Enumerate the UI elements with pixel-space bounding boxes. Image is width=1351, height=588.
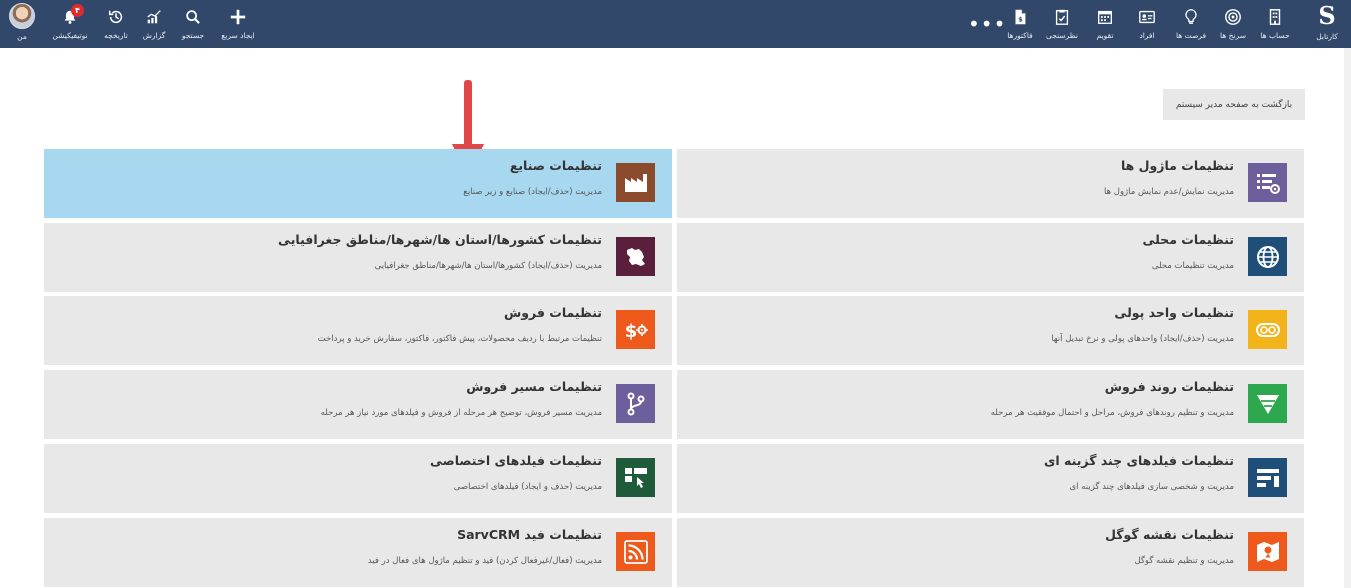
- nav-label: افراد: [1139, 31, 1155, 40]
- sarv-logo-icon: S: [1318, 1, 1336, 30]
- quick-create-button[interactable]: ایجاد سریع: [218, 0, 258, 48]
- card-title: تنظیمات روند فروش: [1104, 379, 1234, 394]
- invoice-icon: $: [1009, 6, 1031, 28]
- card-title: تنظیمات محلی: [1142, 232, 1234, 247]
- card-description: مدیریت و شخصی سازی فیلدهای چند گزینه ای: [1069, 482, 1234, 492]
- card-description: مدیریت مسیر فروش، توضیح هر مرحله از فروش…: [320, 408, 602, 418]
- card-description: مدیریت (حذف/ایجاد) واحدهای پولی و نرخ تب…: [1051, 334, 1234, 344]
- picklist-icon: [1248, 458, 1287, 497]
- card-title: تنظیمات فیلدهای اختصاصی: [430, 453, 602, 468]
- reports-button[interactable]: گزارش: [139, 0, 169, 48]
- card-title: تنظیمات واحد پولی: [1114, 305, 1234, 320]
- module-settings-icon: [1248, 163, 1287, 202]
- card-description: مدیریت نمایش/عدم نمایش ماژول ها: [1104, 187, 1234, 197]
- settings-card-locale[interactable]: تنظیمات محلی مدیریت تنظیمات محلی: [677, 223, 1304, 292]
- nav-calendar[interactable]: تقویم: [1090, 0, 1120, 48]
- card-title: تنظیمات ماژول ها: [1120, 158, 1234, 173]
- nav-surveys[interactable]: نظرسنجی: [1044, 0, 1080, 48]
- nav-dashboard[interactable]: S کارتابل: [1308, 0, 1346, 48]
- card-title: تنظیمات مسیر فروش: [466, 379, 602, 394]
- settings-card-sales-path[interactable]: تنظیمات مسیر فروش مدیریت مسیر فروش، توضی…: [44, 370, 672, 439]
- card-description: تنظیمات مرتبط با ردیف محصولات، پیش فاکتو…: [317, 334, 602, 344]
- id-card-icon: [1136, 6, 1158, 28]
- card-description: مدیریت (حذف/ایجاد) کشورها/استان ها/شهرها…: [374, 261, 602, 271]
- nav-label: نظرسنجی: [1045, 31, 1079, 40]
- factory-icon: [616, 163, 655, 202]
- settings-card-picklist-fields[interactable]: تنظیمات فیلدهای چند گزینه ای مدیریت و شخ…: [677, 444, 1304, 513]
- nav-label: گزارش: [142, 31, 166, 40]
- settings-card-google-map[interactable]: تنظیمات نقشه گوگل مدیریت و تنظیم نقشه گو…: [677, 518, 1304, 587]
- target-icon: [1222, 6, 1244, 28]
- iran-map-icon: [616, 237, 655, 276]
- custom-fields-icon: [616, 458, 655, 497]
- nav-label: من: [17, 32, 27, 41]
- card-description: مدیریت (فعال/غیرفعال کردن) فید و تنظیم م…: [367, 556, 602, 566]
- branch-icon: [616, 384, 655, 423]
- top-navigation-bar: S کارتابل حساب ها سرنخ ها فرصت ها افراد …: [0, 0, 1351, 48]
- settings-card-sales[interactable]: $ تنظیمات فروش تنظیمات مرتبط با ردیف محص…: [44, 296, 672, 365]
- back-to-admin-button[interactable]: بازگشت به صفحه مدیر سیستم: [1163, 89, 1305, 120]
- calendar-icon: [1094, 6, 1116, 28]
- user-profile-button[interactable]: من: [6, 0, 38, 48]
- nav-opportunities[interactable]: فرصت ها: [1172, 0, 1210, 48]
- lightbulb-icon: [1180, 6, 1202, 28]
- survey-icon: [1051, 6, 1073, 28]
- nav-invoices[interactable]: $ فاکتورها: [1002, 0, 1038, 48]
- card-title: تنظیمات فید SarvCRM: [457, 527, 602, 542]
- funnel-icon: [1248, 384, 1287, 423]
- nav-contacts[interactable]: افراد: [1132, 0, 1162, 48]
- settings-card-geography[interactable]: تنظیمات کشورها/استان ها/شهرها/مناطق جغرا…: [44, 223, 672, 292]
- nav-label: فرصت ها: [1175, 31, 1207, 40]
- nav-label: تقویم: [1096, 31, 1114, 40]
- nav-label: نوتیفیکیشن: [52, 31, 88, 40]
- notifications-button[interactable]: نوتیفیکیشن: [48, 0, 92, 48]
- settings-card-currency[interactable]: تنظیمات واحد پولی مدیریت (حذف/ایجاد) واح…: [677, 296, 1304, 365]
- nav-leads[interactable]: سرنخ ها: [1215, 0, 1251, 48]
- currency-icon: [1248, 310, 1287, 349]
- more-menu-button[interactable]: •••: [968, 14, 1006, 34]
- card-title: تنظیمات کشورها/استان ها/شهرها/مناطق جغرا…: [278, 232, 602, 247]
- nav-label: فاکتورها: [1007, 31, 1033, 40]
- nav-accounts[interactable]: حساب ها: [1256, 0, 1294, 48]
- notification-count-badge: ۴: [71, 4, 84, 17]
- plus-icon: [227, 6, 249, 28]
- card-description: مدیریت (حذف/ایجاد) صنایع و زیر صنایع: [463, 187, 602, 197]
- scrollbar[interactable]: [1344, 48, 1351, 588]
- card-description: مدیریت و تنظیم روندهای فروش، مراحل و احت…: [990, 408, 1234, 418]
- search-button[interactable]: جستجو: [176, 0, 210, 48]
- nav-label: سرنخ ها: [1220, 31, 1246, 40]
- building-icon: [1264, 6, 1286, 28]
- nav-label: حساب ها: [1260, 31, 1290, 40]
- card-description: مدیریت و تنظیم نقشه گوگل: [1134, 556, 1234, 566]
- settings-card-custom-fields[interactable]: تنظیمات فیلدهای اختصاصی مدیریت (حذف و ای…: [44, 444, 672, 513]
- nav-label: جستجو: [181, 31, 205, 40]
- card-description: مدیریت تنظیمات محلی: [1151, 261, 1234, 271]
- sales-settings-icon: $: [616, 310, 655, 349]
- settings-card-modules[interactable]: تنظیمات ماژول ها مدیریت نمایش/عدم نمایش …: [677, 149, 1304, 218]
- history-icon: [105, 6, 127, 28]
- svg-text:$: $: [624, 321, 637, 342]
- card-title: تنظیمات نقشه گوگل: [1105, 527, 1234, 542]
- nav-label: کارتابل: [1316, 32, 1338, 41]
- nav-label: ایجاد سریع: [221, 31, 255, 40]
- card-title: تنظیمات صنایع: [509, 158, 602, 173]
- settings-card-sales-process[interactable]: تنظیمات روند فروش مدیریت و تنظیم روندهای…: [677, 370, 1304, 439]
- card-title: تنظیمات فروش: [503, 305, 602, 320]
- nav-label: تاریخچه: [104, 31, 128, 40]
- card-title: تنظیمات فیلدهای چند گزینه ای: [1043, 453, 1234, 468]
- rss-icon: [616, 532, 655, 571]
- map-icon: [1248, 532, 1287, 571]
- settings-card-feed[interactable]: تنظیمات فید SarvCRM مدیریت (فعال/غیرفعال…: [44, 518, 672, 587]
- globe-icon: [1248, 237, 1287, 276]
- avatar: [9, 3, 35, 29]
- settings-card-industries[interactable]: تنظیمات صنایع مدیریت (حذف/ایجاد) صنایع و…: [44, 149, 672, 218]
- card-description: مدیریت (حذف و ایجاد) فیلدهای اختصاصی: [453, 482, 602, 492]
- chart-icon: [143, 6, 165, 28]
- search-icon: [182, 6, 204, 28]
- svg-text:$: $: [1018, 17, 1022, 24]
- history-button[interactable]: تاریخچه: [99, 0, 133, 48]
